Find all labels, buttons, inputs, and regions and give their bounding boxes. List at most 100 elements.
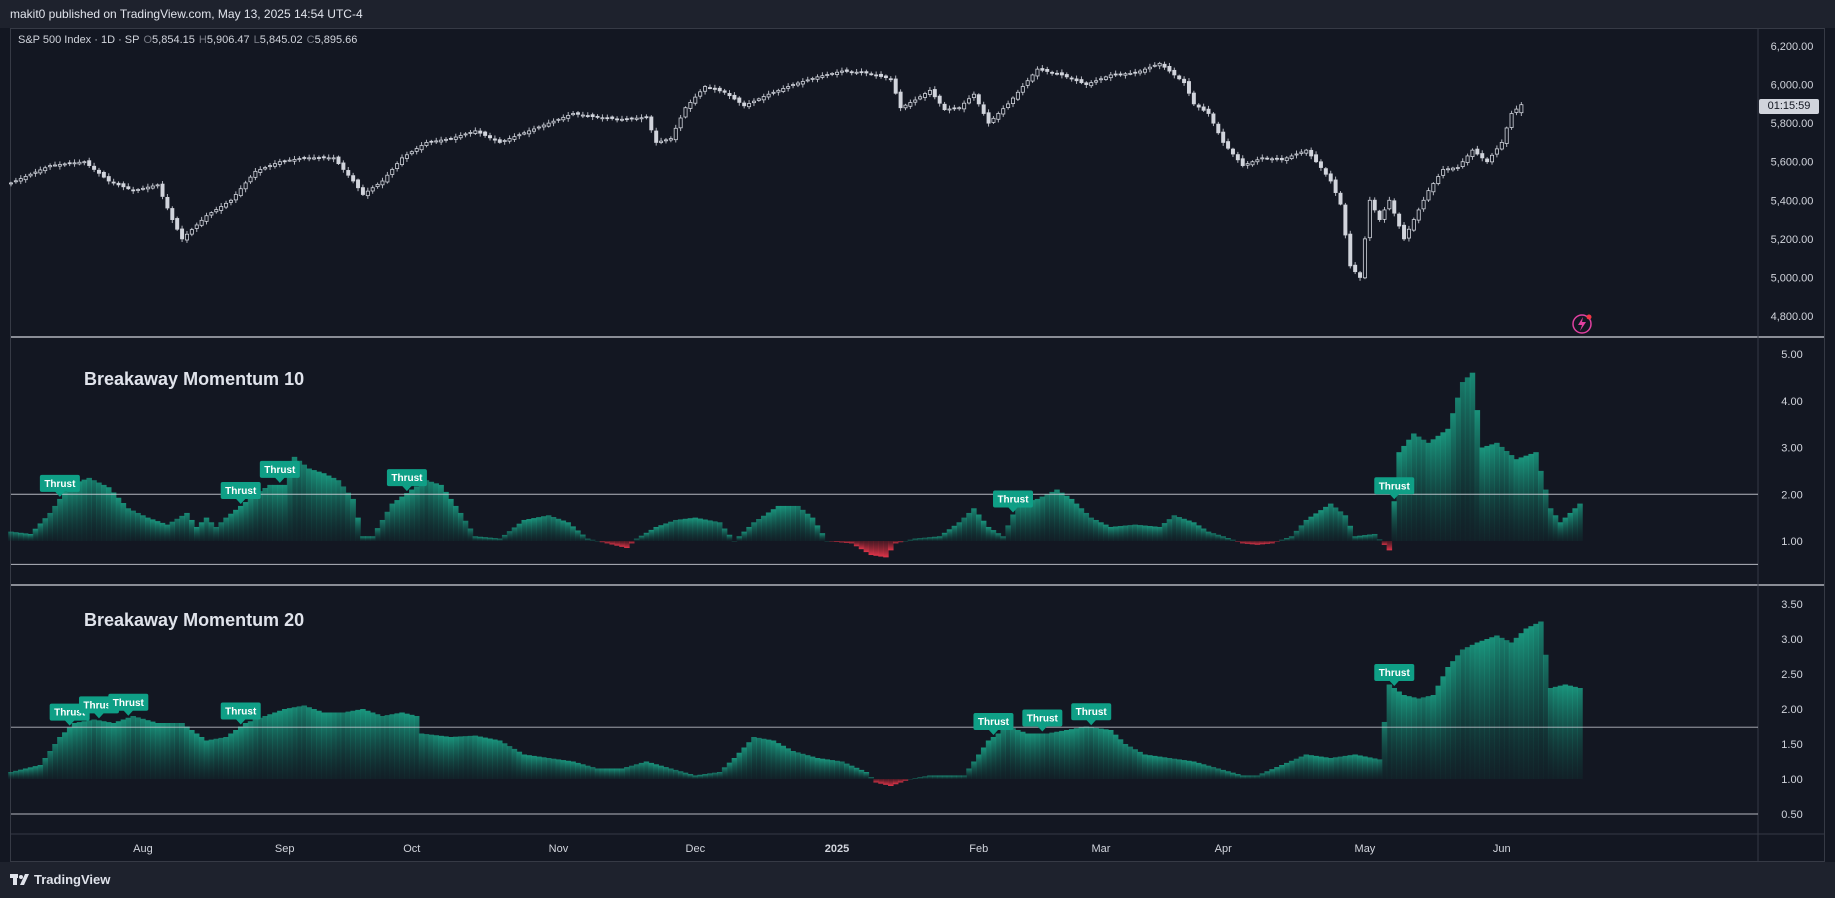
candle xyxy=(996,111,1001,123)
thrust-label: Thrust xyxy=(1071,703,1112,726)
candle-body xyxy=(1079,79,1084,84)
bm20-bar xyxy=(971,761,977,779)
candle-body xyxy=(1372,199,1377,211)
chart-svg[interactable]: Thrust Thrust Thrust Thrust Thrust Thrust Thr… xyxy=(0,0,1835,898)
candle xyxy=(522,130,527,136)
candle xyxy=(1309,147,1314,160)
candle xyxy=(62,162,67,167)
candle xyxy=(326,154,331,161)
bm10-bar xyxy=(325,475,332,541)
candle-body xyxy=(888,78,893,81)
bm20-bar xyxy=(819,758,826,779)
bm20-bar xyxy=(1308,755,1314,779)
candle xyxy=(483,130,488,138)
candle-body xyxy=(1240,158,1245,166)
candle-body xyxy=(1309,149,1314,157)
candle xyxy=(888,76,893,83)
price-tick-label: 5,800.00 xyxy=(1771,118,1814,130)
bm20-bar xyxy=(360,709,366,779)
bm20-bar xyxy=(1327,758,1334,779)
candle-body xyxy=(1519,104,1524,114)
bm10-bar xyxy=(560,520,567,541)
candle xyxy=(380,177,385,189)
candle xyxy=(1514,105,1519,116)
candle xyxy=(952,104,957,112)
bm10-bar-negative xyxy=(844,541,850,543)
bm10-bar-negative xyxy=(604,541,611,544)
candle xyxy=(1162,61,1167,70)
bm20-bar xyxy=(1342,755,1349,779)
candle xyxy=(883,74,888,81)
candle-body xyxy=(1152,64,1157,67)
candle xyxy=(233,191,238,204)
bm10-bar xyxy=(663,523,669,541)
flash-icon[interactable] xyxy=(1572,314,1592,334)
bm20-bar xyxy=(76,722,83,779)
tradingview-logo[interactable]: TradingView xyxy=(10,872,110,887)
bm10-bar xyxy=(262,488,268,541)
bm10-bar xyxy=(350,498,356,541)
candle-body xyxy=(1485,158,1490,163)
candle xyxy=(1382,207,1387,223)
candle xyxy=(365,187,370,199)
candle-body xyxy=(551,120,556,124)
candle-body xyxy=(991,117,996,123)
open-label: O xyxy=(143,34,153,46)
bm10-bar xyxy=(1459,382,1466,541)
candle-body xyxy=(742,102,747,107)
time-tick-label: Oct xyxy=(403,843,420,855)
candle xyxy=(590,112,595,121)
candle-body xyxy=(1094,80,1099,83)
candle-body xyxy=(346,170,351,176)
candle xyxy=(1211,112,1216,127)
bm10-bar xyxy=(1103,524,1109,541)
candle xyxy=(121,181,126,191)
bm20-bar xyxy=(585,765,591,779)
bm10-bar xyxy=(550,517,557,541)
time-tick-label: Feb xyxy=(969,843,988,855)
candle xyxy=(263,165,268,171)
candle-body xyxy=(649,116,654,131)
candle xyxy=(424,139,429,148)
bm20-bar xyxy=(443,736,449,779)
bm10-bar xyxy=(101,484,107,541)
candle xyxy=(77,159,82,166)
candle xyxy=(1074,75,1079,84)
candle-body xyxy=(522,132,527,135)
candle xyxy=(991,116,996,124)
candle xyxy=(707,84,712,90)
bm10-tick-label: 4.00 xyxy=(1781,396,1802,408)
bm10-bar xyxy=(120,503,127,541)
candle xyxy=(160,181,165,200)
bm20-bar xyxy=(1117,739,1124,779)
bm20-bar xyxy=(1396,691,1402,779)
bm10-bar xyxy=(1474,410,1481,541)
bm10-bar xyxy=(433,483,439,541)
candle xyxy=(502,138,507,145)
bm20-bar xyxy=(247,721,254,779)
bm20-bar xyxy=(775,743,782,779)
bm20-bar xyxy=(1577,688,1583,779)
candle xyxy=(747,100,752,110)
candle-body xyxy=(698,91,703,97)
bm20-bar xyxy=(560,760,567,779)
bm20-bar xyxy=(570,761,576,779)
bm10-bar xyxy=(438,484,444,541)
candle xyxy=(23,173,28,183)
candle xyxy=(1142,66,1147,75)
bm20-bar xyxy=(120,719,127,779)
bm20-bar xyxy=(716,772,723,779)
candle xyxy=(429,139,434,146)
candle-body xyxy=(688,102,693,109)
bm20-bar xyxy=(379,716,386,779)
bm20-bar xyxy=(174,723,180,779)
candle xyxy=(346,166,351,178)
bm10-bar xyxy=(570,526,576,541)
symbol-name[interactable]: S&P 500 Index · 1D · SP xyxy=(18,34,139,46)
candle-body xyxy=(72,162,77,165)
bm20-bar xyxy=(545,758,552,779)
bm20-bar xyxy=(1054,731,1060,779)
bm10-bar xyxy=(716,522,723,541)
bm10-bar xyxy=(1142,525,1148,541)
bm10-bar xyxy=(140,515,146,541)
